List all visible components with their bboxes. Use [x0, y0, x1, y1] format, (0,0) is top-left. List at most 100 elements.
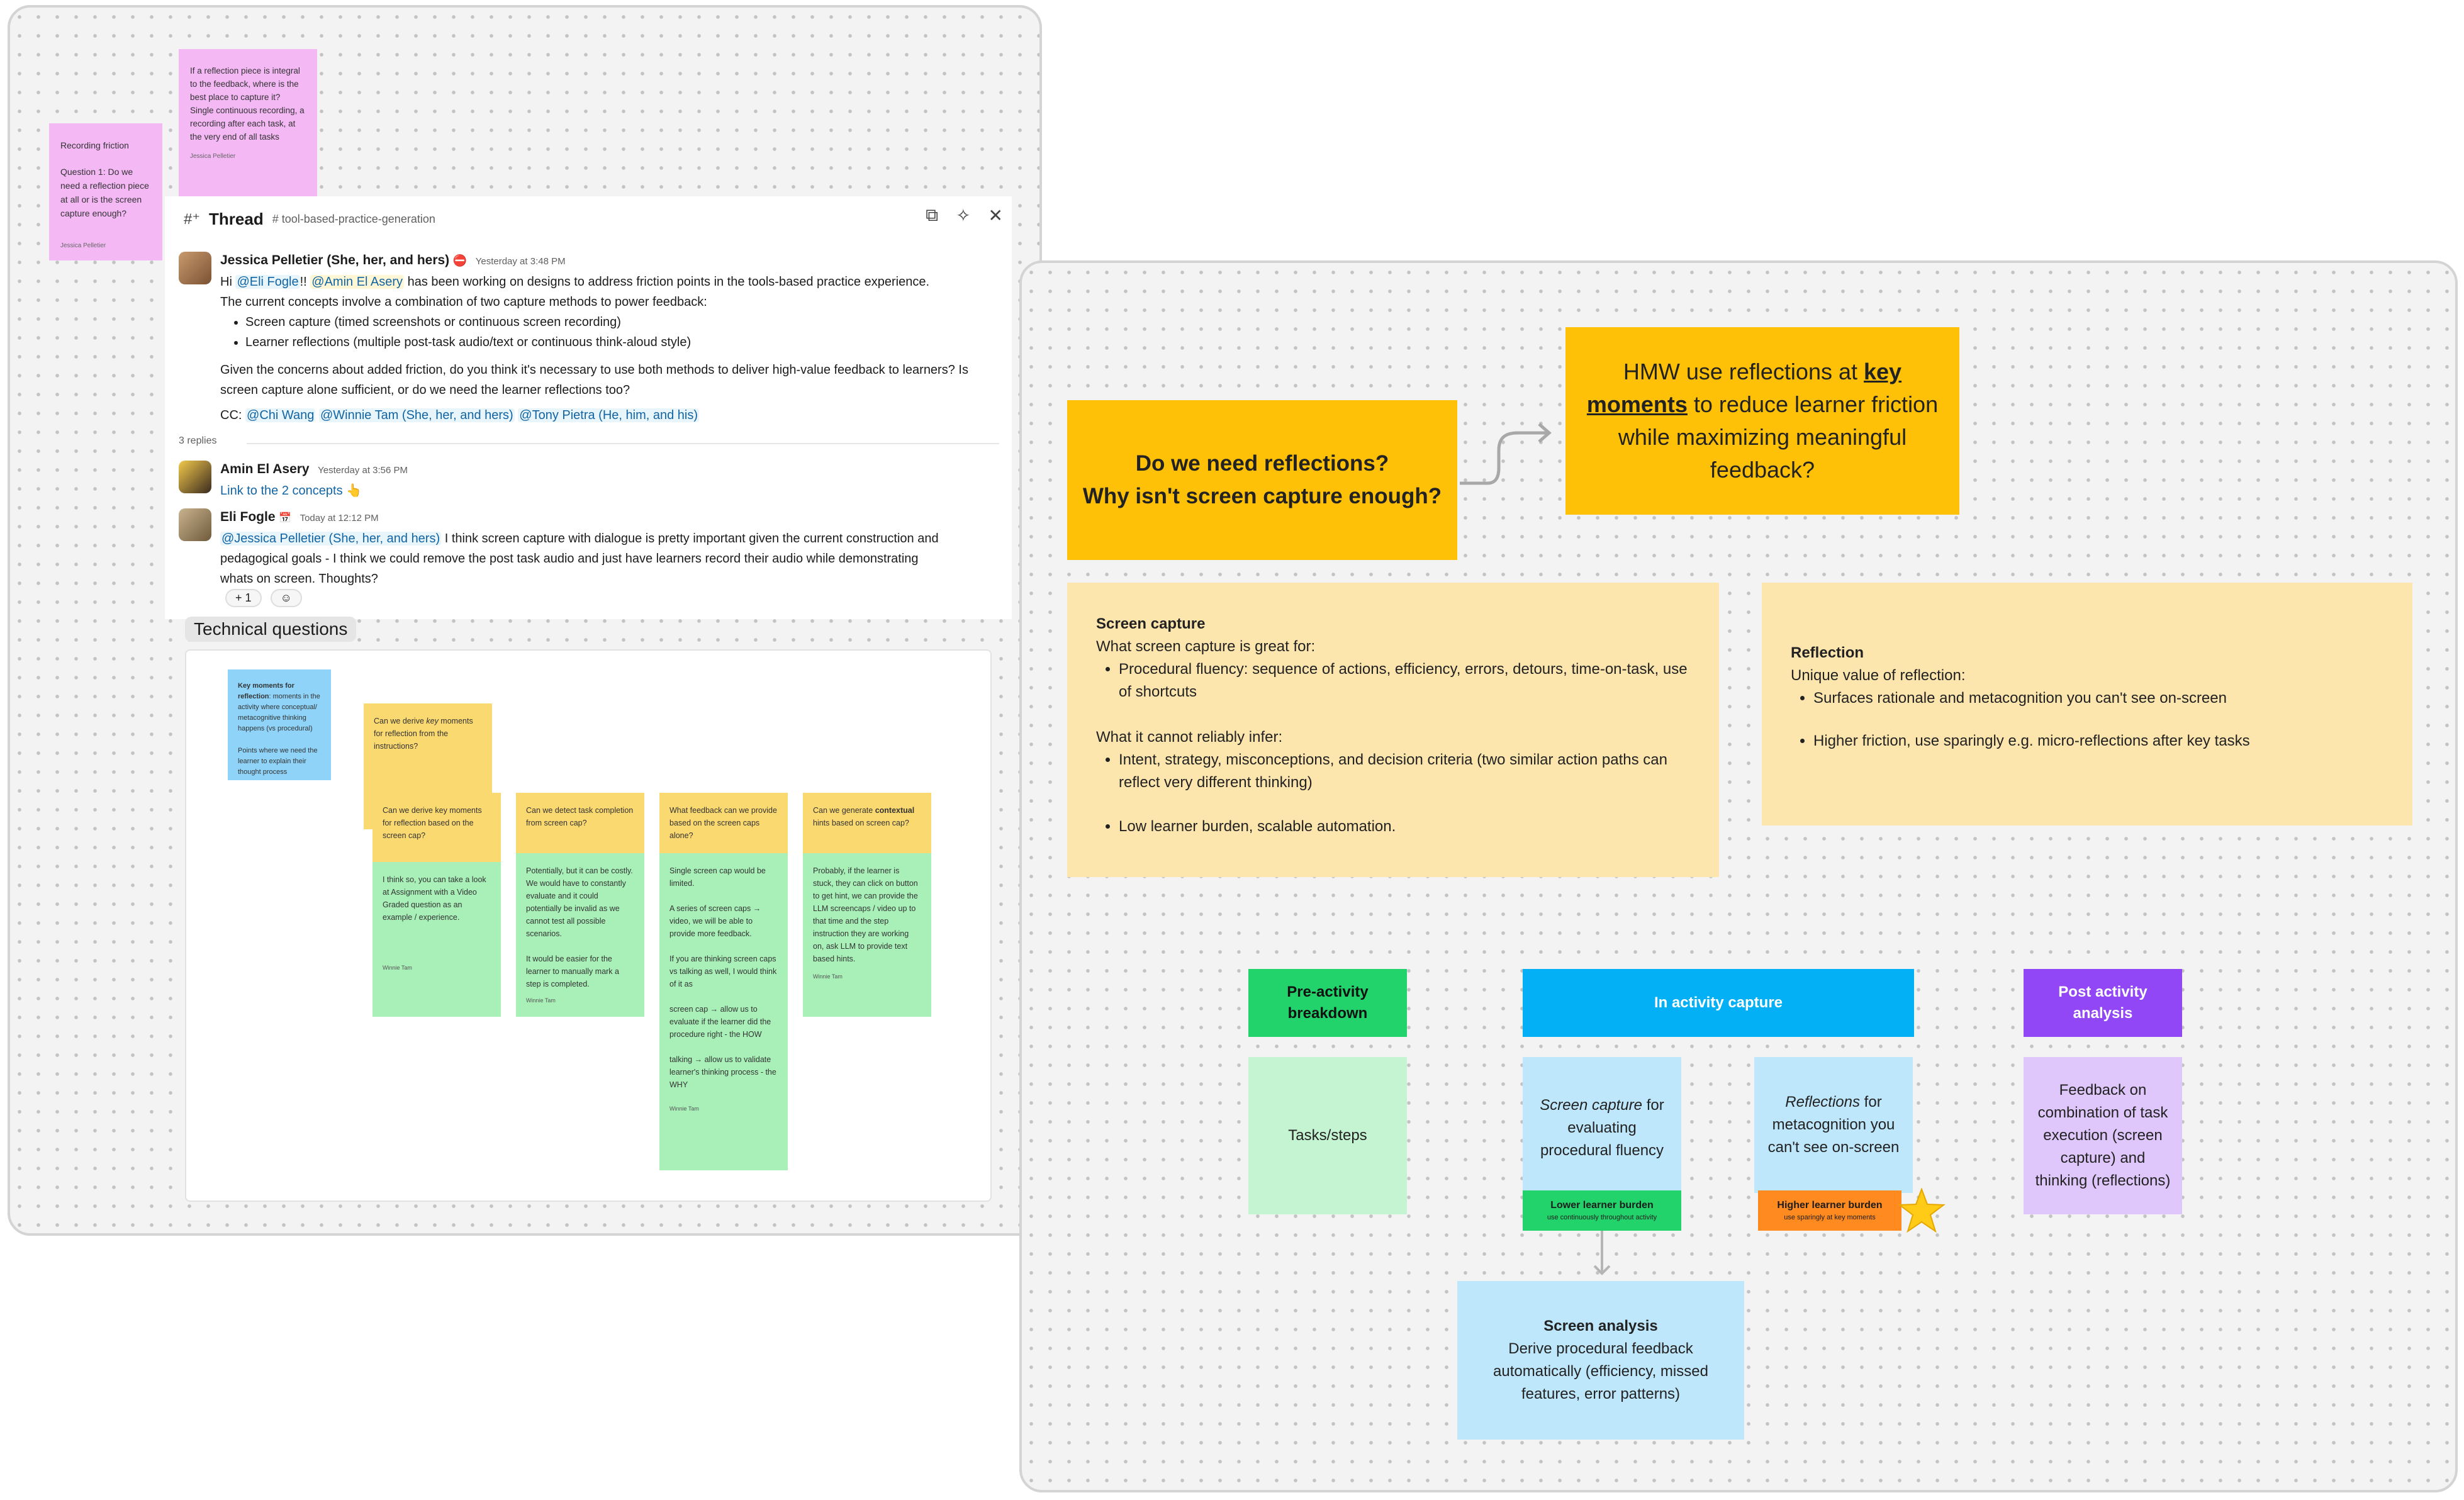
phase-label: Pre-activity — [1287, 983, 1369, 1000]
higher-burden-tag[interactable]: Higher learner burden use sparingly at k… — [1758, 1190, 1901, 1231]
mention-eli-fogle[interactable]: @Eli Fogle — [235, 275, 300, 289]
message-text: pedagogical goals - I think we could rem… — [220, 552, 919, 566]
open-in-window-icon[interactable]: ⧉ — [926, 205, 938, 226]
card-italic-text: Screen capture — [1540, 1097, 1643, 1114]
list-item: Intent, strategy, misconceptions, and de… — [1119, 749, 1690, 794]
timestamp[interactable]: Today at 12:12 PM — [300, 513, 379, 523]
list-item: Surfaces rationale and metacognition you… — [1813, 687, 2383, 710]
question-note-derive-key-moments-screen-cap[interactable]: Can we derive key moments for reflection… — [372, 793, 501, 862]
message-text: has been working on designs to address f… — [407, 275, 929, 289]
post-analysis-card[interactable]: Feedback on combination of task executio… — [2024, 1057, 2182, 1214]
note-text: Can we detect task completion from scree… — [526, 806, 634, 827]
mention-jessica-pelletier[interactable]: @Jessica Pelletier (She, her, and hers) — [220, 532, 442, 546]
question-note-feedback-screen-caps[interactable]: What feedback can we provide based on th… — [659, 793, 788, 853]
mention-chi-wang[interactable]: @Chi Wang — [245, 408, 316, 422]
mention-tony-pietra[interactable]: @Tony Pietra (He, him, and his) — [518, 408, 700, 422]
mention-winnie-tam[interactable]: @Winnie Tam (She, her, and hers) — [318, 408, 515, 422]
phase-label: breakdown — [1287, 1005, 1368, 1022]
phase-label: Post activity — [2058, 983, 2148, 1000]
author-name[interactable]: Eli Fogle — [220, 510, 276, 524]
screen-analysis-card[interactable]: Screen analysis Derive procedural feedba… — [1457, 1281, 1744, 1440]
message-text: !! — [300, 275, 307, 289]
card-italic-text: Reflections — [1785, 1094, 1861, 1111]
lower-burden-tag[interactable]: Lower learner burden use continuously th… — [1523, 1190, 1681, 1231]
timestamp[interactable]: Yesterday at 3:48 PM — [476, 256, 566, 267]
add-reaction-icon[interactable]: ☺ — [270, 589, 302, 607]
card-title: Screen analysis — [1543, 1318, 1658, 1335]
reflections-method-card[interactable]: Reflections for metacognition you can't … — [1754, 1057, 1913, 1193]
phase-in-activity[interactable]: In activity capture — [1523, 969, 1914, 1037]
extra-list: Low learner burden, scalable automation. — [1096, 815, 1690, 838]
timestamp[interactable]: Yesterday at 3:56 PM — [318, 465, 408, 476]
avatar[interactable] — [179, 508, 211, 541]
arrow-connector — [1460, 423, 1552, 485]
note-text: It would be easier for the learner to ma… — [526, 954, 619, 988]
screen-capture-method-card[interactable]: Screen capture for evaluating procedural… — [1523, 1057, 1681, 1193]
message-content: Amin El Asery Yesterday at 3:56 PM Link … — [220, 459, 1007, 501]
left-whiteboard[interactable]: Recording friction Question 1: Do we nee… — [8, 5, 1042, 1236]
card-text: Unique value of reflection: — [1791, 667, 1966, 684]
note-text: If you are thinking screen caps vs talki… — [669, 954, 777, 988]
note-author: Jessica Pelletier — [60, 242, 106, 249]
message-text: The current concepts involve a combinati… — [220, 295, 707, 309]
avatar[interactable] — [179, 252, 211, 284]
sticky-note-reflection-piece[interactable]: If a reflection piece is integral to the… — [179, 49, 317, 200]
note-author: Jessica Pelletier — [190, 153, 236, 160]
thread-title: Thread — [209, 209, 264, 228]
answer-note-3[interactable]: Single screen cap would be limited. A se… — [659, 853, 788, 1170]
list-item: Higher friction, use sparingly e.g. micr… — [1813, 730, 2383, 753]
phase-pre-activity[interactable]: Pre-activity breakdown — [1248, 969, 1407, 1037]
note-bold-text: contextual — [875, 806, 915, 815]
note-text: screen cap → allow us to evaluate if the… — [669, 1005, 771, 1039]
answer-note-1[interactable]: I think so, you can take a look at Assig… — [372, 862, 501, 1017]
concepts-link[interactable]: Link to the 2 concepts — [220, 484, 343, 498]
note-italic-text: key — [426, 717, 439, 725]
screen-capture-card[interactable]: Screen capture What screen capture is gr… — [1067, 583, 1719, 877]
note-author: Winnie Tam — [813, 973, 843, 980]
right-whiteboard[interactable]: Do we need reflections? Why isn't screen… — [1019, 260, 2458, 1492]
thread-header: #⁺ Thread # tool-based-practice-generati… — [184, 204, 435, 234]
reflection-card[interactable]: Reflection Unique value of reflection: S… — [1762, 583, 2412, 826]
author-name[interactable]: Amin El Asery — [220, 462, 310, 476]
cc-label: CC: — [220, 408, 242, 422]
note-text: Can we generate — [813, 806, 875, 815]
bullet-item: Screen capture (timed screenshots or con… — [245, 312, 1007, 332]
note-body: Question 1: Do we need a reflection piec… — [60, 167, 149, 218]
question-note-contextual-hints[interactable]: Can we generate contextual hints based o… — [803, 793, 931, 853]
tasks-steps-card[interactable]: Tasks/steps — [1248, 1057, 1407, 1214]
pointing-up-emoji: 👆 — [346, 484, 362, 498]
thread-channel[interactable]: # tool-based-practice-generation — [272, 213, 435, 226]
note-text: What feedback can we provide based on th… — [669, 806, 777, 840]
answer-note-2[interactable]: Potentially, but it can be costly. We wo… — [516, 853, 644, 1017]
card-title: Reflection — [1791, 644, 1864, 661]
close-icon[interactable]: ✕ — [988, 205, 1003, 226]
hmw-card[interactable]: HMW use reflections at key moments to re… — [1565, 327, 1959, 515]
phase-label: analysis — [2073, 1005, 2133, 1022]
main-question-card[interactable]: Do we need reflections? Why isn't screen… — [1067, 400, 1457, 560]
author-name[interactable]: Jessica Pelletier (She, her, and hers) — [220, 253, 449, 267]
slack-thread-panel: #⁺ Thread # tool-based-practice-generati… — [165, 196, 1012, 619]
sticky-note-key-moments[interactable]: Key moments for reflection: moments in t… — [228, 669, 331, 780]
technical-questions-label[interactable]: Technical questions — [185, 617, 357, 642]
star-icon — [1898, 1188, 1946, 1233]
technical-questions-frame[interactable]: Key moments for reflection: moments in t… — [185, 649, 992, 1202]
note-text: hints based on screen cap? — [813, 819, 909, 827]
message-content: Jessica Pelletier (She, her, and hers) ⛔… — [220, 250, 1007, 425]
phase-post-activity[interactable]: Post activity analysis — [2024, 969, 2182, 1037]
ai-summary-icon[interactable]: ✧ — [956, 205, 970, 226]
avatar[interactable] — [179, 461, 211, 493]
tag-subtitle: use continuously throughout activity — [1547, 1214, 1657, 1221]
list-item: Procedural fluency: sequence of actions,… — [1119, 658, 1690, 703]
note-text: Can we derive key moments for reflection… — [383, 806, 482, 840]
note-text: I think so, you can take a look at Assig… — [383, 875, 486, 922]
note-title: Recording friction — [60, 140, 129, 150]
card-text: What it cannot reliably infer: — [1096, 729, 1283, 746]
question-note-detect-task-completion[interactable]: Can we detect task completion from scree… — [516, 793, 644, 853]
sticky-note-recording-friction[interactable]: Recording friction Question 1: Do we nee… — [49, 123, 162, 260]
mention-amin-el-asery[interactable]: @Amin El Asery — [310, 275, 405, 289]
answer-note-4[interactable]: Probably, if the learner is stuck, they … — [803, 853, 931, 1017]
phase-label: In activity capture — [1654, 994, 1783, 1011]
message-bullet-list: Screen capture (timed screenshots or con… — [220, 312, 1007, 352]
tag-title: Lower learner burden — [1550, 1200, 1654, 1211]
reaction-plus-one[interactable]: + 1 — [225, 589, 262, 607]
